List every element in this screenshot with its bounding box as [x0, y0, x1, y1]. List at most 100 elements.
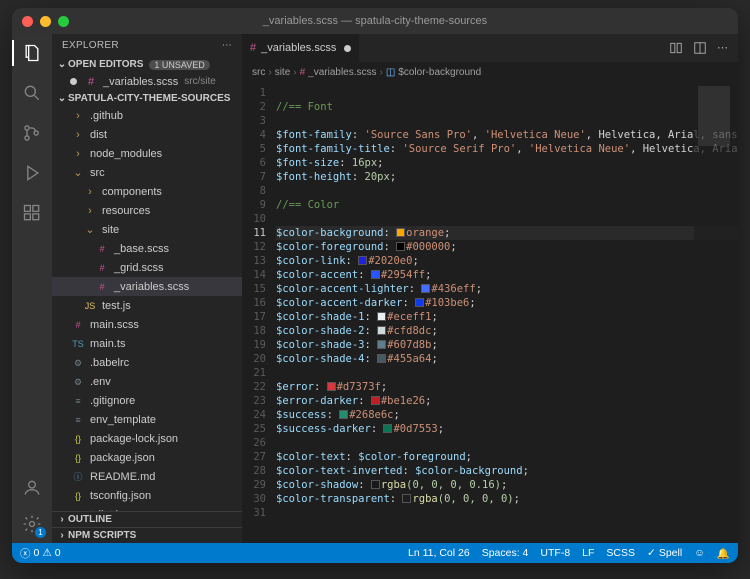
scss-file-icon: # [250, 42, 256, 54]
window-title: _variables.scss — spatula-city-theme-sou… [12, 15, 738, 27]
tree-folder[interactable]: ›node_modules [52, 144, 242, 163]
tab-variables-scss[interactable]: # _variables.scss [242, 34, 360, 62]
compare-changes-icon[interactable] [669, 41, 683, 55]
tree-file[interactable]: {}tsconfig.json [52, 486, 242, 505]
chevron-right-icon: › [56, 514, 68, 525]
scm-activity-icon[interactable] [21, 122, 43, 144]
open-editor-path: src/site [184, 74, 216, 90]
breadcrumb[interactable]: src› site› # _variables.scss› ◫ $color-b… [242, 62, 738, 82]
tree-folder[interactable]: ⌄site [52, 220, 242, 239]
project-section[interactable]: ⌄ SPATULA-CITY-THEME-SOURCES [52, 91, 242, 106]
tree-label: dist [90, 127, 107, 143]
tab-actions: ⋯ [669, 41, 738, 55]
tree-folder[interactable]: ›components [52, 182, 242, 201]
code-area[interactable]: //== Font $font-family: 'Source Sans Pro… [276, 82, 738, 543]
status-spaces[interactable]: Spaces: 4 [482, 547, 529, 559]
check-icon: ✓ [647, 547, 656, 559]
tree-file[interactable]: #main.scss [52, 315, 242, 334]
conf-file-icon: ⚙ [70, 374, 86, 390]
tree-file[interactable]: ⚙.babelrc [52, 353, 242, 372]
tree-file[interactable]: {}package-lock.json [52, 429, 242, 448]
titlebar[interactable]: _variables.scss — spatula-city-theme-sou… [12, 8, 738, 34]
editor-body[interactable]: 1234567891011121314151617181920212223242… [242, 82, 738, 543]
sidebar-title: EXPLORER [62, 40, 119, 51]
status-spell[interactable]: ✓Spell [647, 547, 682, 559]
status-encoding[interactable]: UTF-8 [540, 547, 570, 559]
chevron-icon: › [82, 203, 98, 219]
line-gutter: 1234567891011121314151617181920212223242… [242, 82, 276, 543]
activity-bar: 1 [12, 34, 52, 543]
search-activity-icon[interactable] [21, 82, 43, 104]
crumb-file[interactable]: _variables.scss [308, 67, 376, 78]
tree-label: tsconfig.json [90, 488, 151, 504]
open-editor-item[interactable]: # _variables.scss src/site [52, 72, 242, 91]
crumb-src[interactable]: src [252, 67, 265, 78]
tree-folder[interactable]: ›.github [52, 106, 242, 125]
status-bell-icon[interactable]: 🔔 [717, 547, 730, 560]
tree-file[interactable]: #_grid.scss [52, 258, 242, 277]
tree-label: package.json [90, 450, 155, 466]
tree-file[interactable]: ⚙.env [52, 372, 242, 391]
editor-group: # _variables.scss ⋯ src› site› # _variab… [242, 34, 738, 543]
status-eol[interactable]: LF [582, 547, 594, 559]
explorer-activity-icon[interactable] [21, 42, 43, 64]
tree-folder[interactable]: ⌄ src [52, 163, 242, 182]
extensions-activity-icon[interactable] [21, 202, 43, 224]
accounts-activity-icon[interactable] [21, 477, 43, 499]
tree-file[interactable]: #_base.scss [52, 239, 242, 258]
status-problems[interactable]: ⓧ0 ⚠0 [20, 546, 61, 561]
tree-file[interactable]: TSmain.ts [52, 334, 242, 353]
chevron-down-icon: ⌄ [56, 59, 68, 70]
js-file-icon: JS [82, 298, 98, 314]
npm-scripts-label: NPM SCRIPTS [68, 530, 136, 541]
outline-label: OUTLINE [68, 514, 112, 525]
tree-file[interactable]: ≡env_template [52, 410, 242, 429]
tree-label: .gitignore [90, 393, 135, 409]
status-language[interactable]: SCSS [606, 547, 635, 559]
scss-file-icon: # [94, 241, 110, 257]
tree-label: env_template [90, 412, 156, 428]
tree-label: package-lock.json [90, 431, 178, 447]
scss-file-icon: # [94, 279, 110, 295]
tree-label: .env [90, 374, 111, 390]
tree-label: main.scss [90, 317, 139, 333]
debug-activity-icon[interactable] [21, 162, 43, 184]
tree-label: test.js [102, 298, 131, 314]
settings-activity-icon[interactable]: 1 [21, 513, 43, 535]
chevron-icon: ⌄ [70, 165, 86, 181]
project-name: SPATULA-CITY-THEME-SOURCES [68, 93, 230, 104]
scss-file-icon: # [300, 67, 306, 78]
tree-label: site [102, 222, 119, 238]
chevron-icon: › [70, 108, 86, 124]
crumb-site[interactable]: site [275, 67, 291, 78]
tree-label: _grid.scss [114, 260, 164, 276]
tree-file[interactable]: {}package.json [52, 448, 242, 467]
symbol-icon: ◫ [386, 67, 395, 78]
json-file-icon: {} [70, 431, 86, 447]
conf-file-icon: ⚙ [70, 355, 86, 371]
status-feedback[interactable]: ☺ [694, 547, 705, 559]
tree-file[interactable]: ⓘREADME.md [52, 467, 242, 486]
tree-label: src [90, 165, 105, 181]
scss-file-icon: # [70, 317, 86, 333]
file-tree: ›.github›dist›node_modules⌄src›component… [52, 106, 242, 511]
crumb-symbol[interactable]: $color-background [398, 67, 481, 78]
sidebar-more-icon[interactable]: ⋯ [222, 40, 232, 51]
tree-folder[interactable]: ›resources [52, 201, 242, 220]
status-cursor[interactable]: Ln 11, Col 26 [408, 547, 470, 559]
open-editors-label: OPEN EDITORS [68, 59, 143, 70]
tree-folder[interactable]: ›dist [52, 125, 242, 144]
tree-file[interactable]: ≡.gitignore [52, 391, 242, 410]
chevron-icon: ⌄ [82, 222, 98, 238]
split-editor-icon[interactable] [693, 41, 707, 55]
tree-file[interactable]: JStest.js [52, 296, 242, 315]
tree-label: .github [90, 108, 123, 124]
chevron-right-icon: › [56, 530, 68, 541]
vscode-window: _variables.scss — spatula-city-theme-sou… [12, 8, 738, 563]
more-actions-icon[interactable]: ⋯ [717, 41, 728, 55]
open-editors-section[interactable]: ⌄ OPEN EDITORS 1 UNSAVED [52, 57, 242, 72]
tree-file[interactable]: #_variables.scss [52, 277, 242, 296]
minimap[interactable] [694, 82, 738, 543]
outline-section[interactable]: › OUTLINE [52, 511, 242, 527]
npm-scripts-section[interactable]: › NPM SCRIPTS [52, 527, 242, 543]
